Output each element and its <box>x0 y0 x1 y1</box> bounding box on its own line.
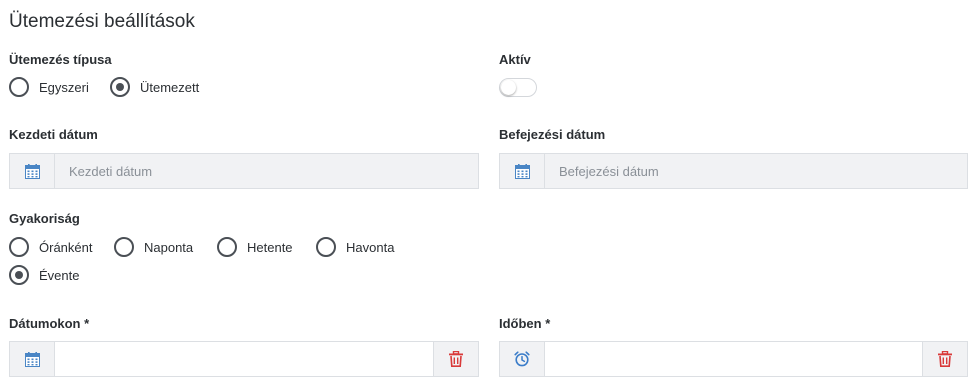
radio-circle[interactable] <box>9 237 29 257</box>
radio-circle[interactable] <box>9 265 29 285</box>
frequency-hourly-radio[interactable]: Óránként <box>9 237 92 257</box>
radio-label: Naponta <box>144 239 194 255</box>
alarm-clock-icon[interactable] <box>500 342 545 376</box>
frequency-yearly-radio[interactable]: Évente <box>9 265 79 285</box>
start-date-input[interactable] <box>55 154 478 188</box>
dates-field <box>9 341 479 377</box>
times-input[interactable] <box>545 342 922 376</box>
trash-icon[interactable] <box>433 342 478 376</box>
calendar-icon[interactable] <box>10 154 55 188</box>
dates-input[interactable] <box>55 342 433 376</box>
start-date-label: Kezdeti dátum <box>9 127 98 142</box>
dates-label: Dátumokon * <box>9 316 90 331</box>
trash-icon[interactable] <box>922 342 967 376</box>
active-toggle[interactable] <box>499 78 537 97</box>
calendar-icon[interactable] <box>10 342 55 376</box>
end-date-input[interactable] <box>545 154 967 188</box>
times-label: Időben * <box>499 316 551 331</box>
start-date-field <box>9 153 479 189</box>
end-date-field <box>499 153 968 189</box>
radio-circle[interactable] <box>316 237 336 257</box>
radio-circle[interactable] <box>9 77 29 97</box>
radio-label: Hetente <box>247 239 293 255</box>
schedule-type-scheduled-radio[interactable]: Ütemezett <box>110 77 199 97</box>
radio-circle[interactable] <box>217 237 237 257</box>
schedule-type-once-radio[interactable]: Egyszeri <box>9 77 89 97</box>
frequency-daily-radio[interactable]: Naponta <box>114 237 193 257</box>
frequency-weekly-radio[interactable]: Hetente <box>217 237 293 257</box>
page-title: Ütemezési beállítások <box>9 11 195 32</box>
frequency-label: Gyakoriság <box>9 211 80 226</box>
radio-circle[interactable] <box>110 77 130 97</box>
toggle-knob <box>501 80 516 95</box>
end-date-label: Befejezési dátum <box>499 127 606 142</box>
radio-label: Ütemezett <box>140 79 200 95</box>
schedule-type-label: Ütemezés típusa <box>9 52 112 67</box>
frequency-monthly-radio[interactable]: Havonta <box>316 237 394 257</box>
active-label: Aktív <box>499 52 531 67</box>
radio-label: Havonta <box>346 239 395 255</box>
calendar-icon[interactable] <box>500 154 545 188</box>
radio-label: Óránként <box>39 239 93 255</box>
radio-label: Egyszeri <box>39 79 89 95</box>
times-field <box>499 341 968 377</box>
radio-label: Évente <box>39 267 80 283</box>
radio-circle[interactable] <box>114 237 134 257</box>
